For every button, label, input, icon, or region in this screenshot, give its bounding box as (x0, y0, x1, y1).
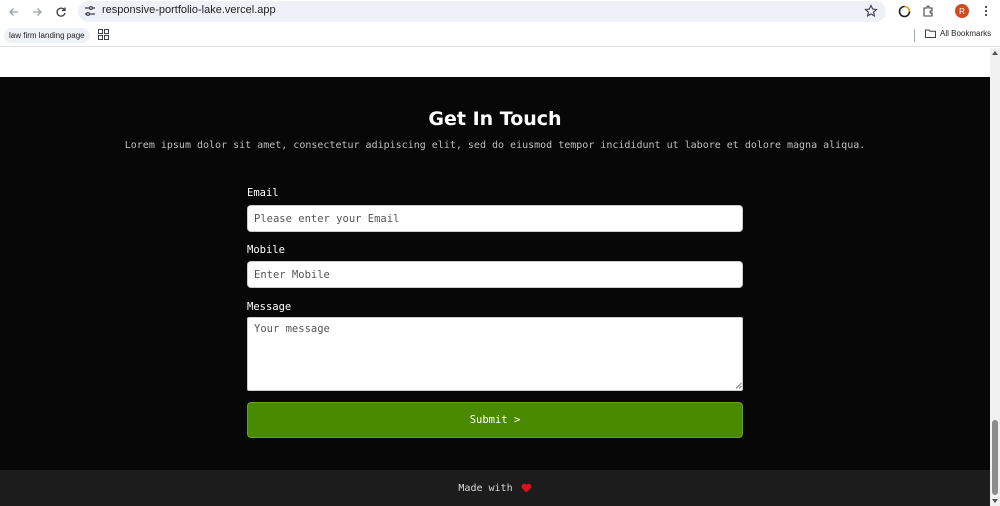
scroll-up-icon[interactable] (992, 51, 998, 55)
heart-icon (521, 483, 531, 493)
kebab-menu-icon (984, 5, 988, 17)
back-button[interactable] (4, 2, 24, 22)
folder-icon (925, 29, 936, 38)
mobile-field[interactable] (247, 261, 743, 288)
apps-grid-icon[interactable] (98, 29, 109, 40)
resize-grip-icon[interactable] (735, 382, 742, 389)
extension-button[interactable] (896, 3, 912, 19)
all-bookmarks-label: All Bookmarks (940, 29, 992, 38)
footer-text: Made with (458, 482, 513, 494)
address-bar[interactable]: responsive-portfolio-lake.vercel.app (78, 1, 886, 22)
profile-avatar[interactable]: R (955, 4, 969, 18)
section-title: Get In Touch (428, 108, 562, 130)
bookmark-star-icon[interactable] (864, 4, 878, 18)
submit-button[interactable]: Submit > (247, 402, 743, 438)
page-scrollbar[interactable] (990, 48, 1000, 506)
arrow-left-icon (9, 8, 18, 16)
contact-section: Get In Touch Lorem ipsum dolor sit amet,… (0, 77, 990, 470)
bookmarks-bar: law firm landing page All Bookmarks (0, 24, 1000, 47)
bookmarks-divider (914, 29, 915, 42)
message-label: Message (247, 301, 292, 313)
page-footer: Made with (0, 470, 990, 506)
arrow-right-icon (33, 8, 42, 16)
url-text: responsive-portfolio-lake.vercel.app (102, 4, 276, 16)
all-bookmarks-button[interactable]: All Bookmarks (925, 29, 991, 38)
scroll-down-icon[interactable] (992, 499, 998, 503)
browser-toolbar: responsive-portfolio-lake.vercel.app R (0, 0, 1000, 24)
forward-button[interactable] (27, 2, 47, 22)
extensions-button[interactable] (920, 3, 936, 19)
mobile-label: Mobile (247, 244, 285, 256)
browser-menu-button[interactable] (978, 3, 994, 19)
reload-icon (56, 7, 66, 17)
bookmark-item[interactable]: law firm landing page (4, 28, 90, 43)
puzzle-icon (923, 5, 933, 17)
loading-ring-icon (898, 5, 910, 17)
scrollbar-thumb[interactable] (992, 420, 998, 495)
message-field[interactable] (247, 317, 743, 391)
email-label: Email (247, 187, 279, 199)
page-viewport: Get In Touch Lorem ipsum dolor sit amet,… (0, 48, 990, 506)
reload-button[interactable] (51, 2, 71, 22)
email-field[interactable] (247, 205, 743, 232)
section-subtitle: Lorem ipsum dolor sit amet, consectetur … (124, 140, 866, 151)
site-info-icon[interactable] (84, 5, 96, 17)
